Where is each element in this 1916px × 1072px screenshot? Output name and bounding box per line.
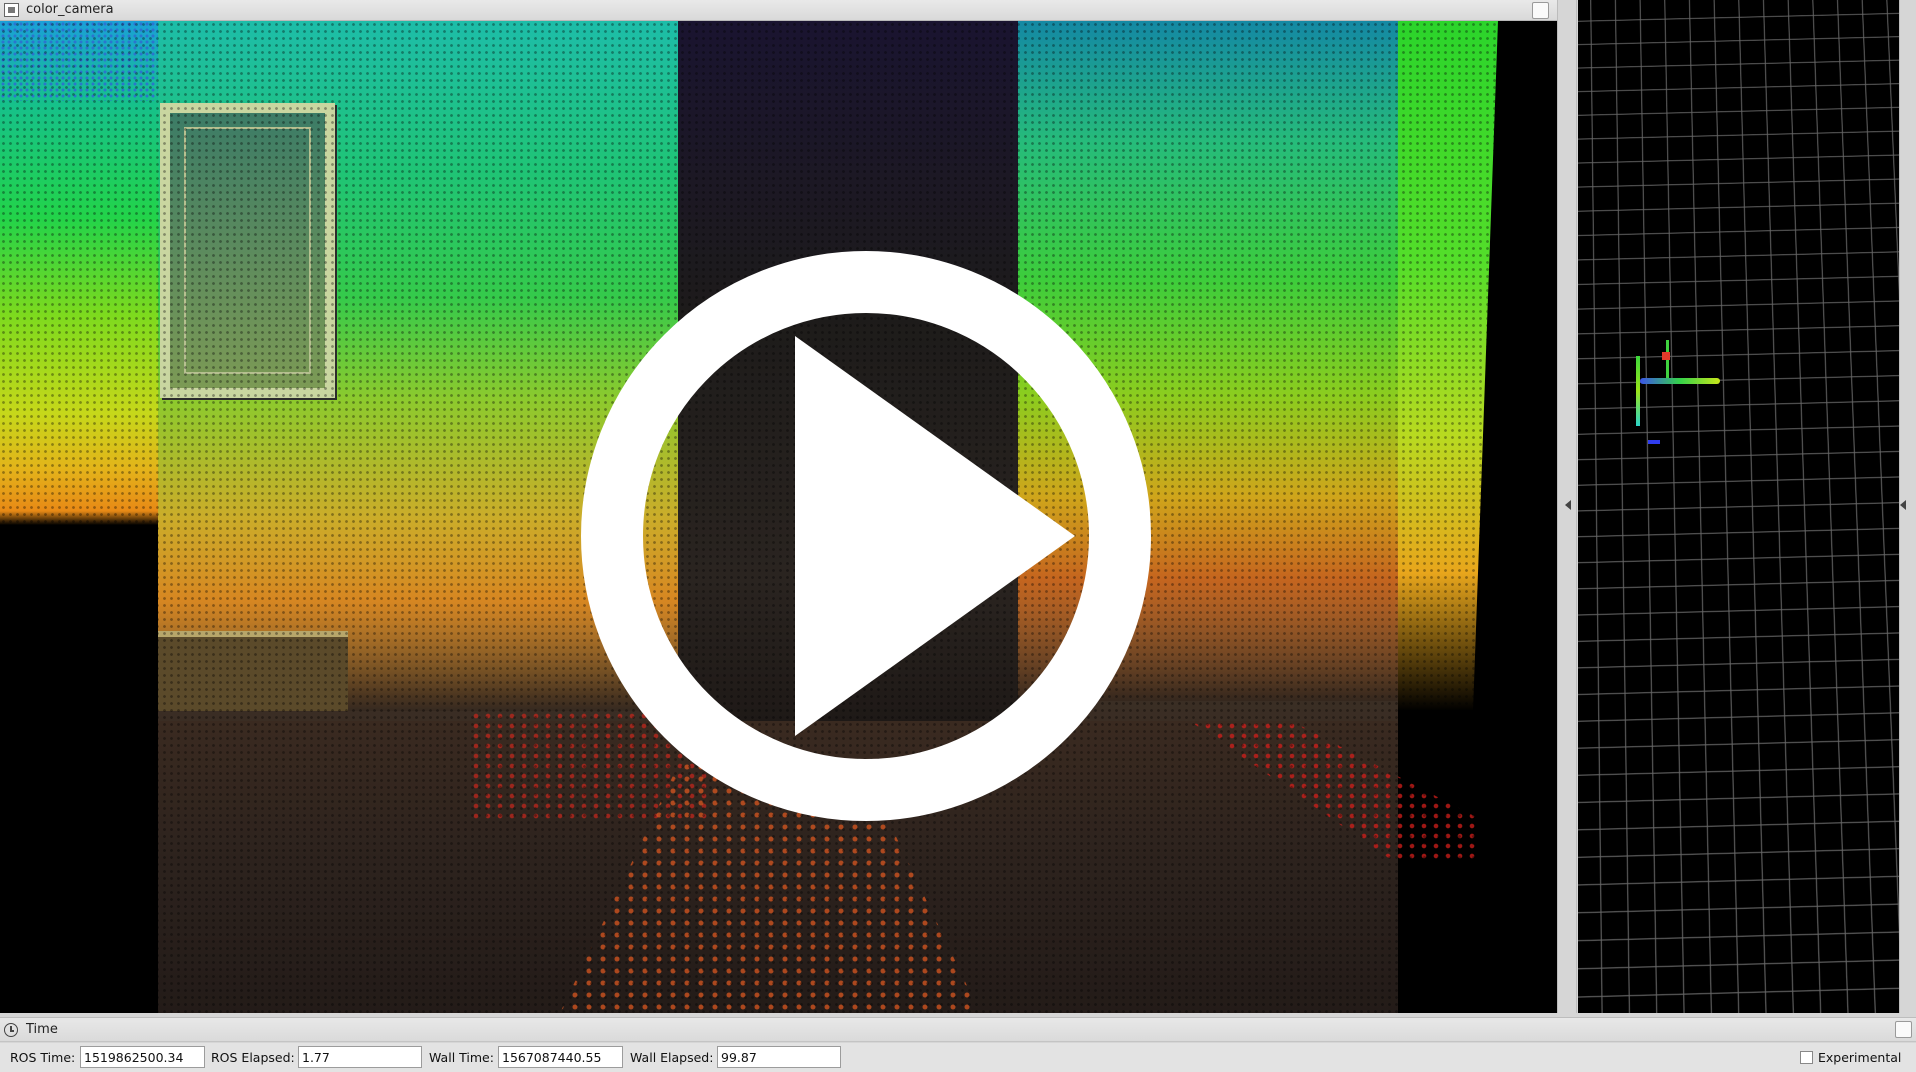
image-window-icon	[4, 3, 19, 17]
ros-elapsed-field[interactable]: 1.77	[298, 1046, 422, 1068]
camera-panel-title: color_camera	[26, 2, 114, 17]
collapse-arrow-icon[interactable]	[1900, 500, 1906, 510]
axis-marker-blue	[1648, 440, 1660, 444]
time-panel-header: Time	[0, 1017, 1916, 1042]
play-icon[interactable]	[795, 336, 1075, 736]
pointcloud-marker-vertical	[1636, 356, 1640, 426]
experimental-label: Experimental	[1818, 1050, 1902, 1065]
wall-elapsed-field[interactable]: 99.87	[717, 1046, 841, 1068]
ros-elapsed-label: ROS Elapsed:	[211, 1050, 295, 1065]
ros-time-label: ROS Time:	[10, 1050, 76, 1065]
3d-view[interactable]	[1578, 0, 1899, 1013]
collapse-arrow-icon[interactable]	[1565, 500, 1571, 510]
rviz-window: color_camera Time ROS Time: 1519862500.3…	[0, 0, 1916, 1072]
close-box-icon[interactable]	[1532, 2, 1549, 19]
grid	[1578, 0, 1899, 1013]
close-box-icon[interactable]	[1895, 1021, 1912, 1038]
ros-time-field[interactable]: 1519862500.34	[80, 1046, 205, 1068]
camera-image-view[interactable]	[0, 21, 1557, 1013]
panel-splitter[interactable]	[1557, 0, 1577, 1013]
axis-marker-red	[1662, 352, 1670, 360]
wall-elapsed-label: Wall Elapsed:	[630, 1050, 714, 1065]
clock-icon	[4, 1023, 18, 1037]
experimental-checkbox[interactable]	[1800, 1051, 1813, 1064]
time-panel-bar: ROS Time: 1519862500.34 ROS Elapsed: 1.7…	[0, 1043, 1916, 1072]
camera-panel-titlebar: color_camera	[0, 0, 1557, 21]
time-panel-title: Time	[26, 1022, 58, 1037]
wall-time-label: Wall Time:	[429, 1050, 494, 1065]
pointcloud-marker-horizontal	[1640, 378, 1720, 384]
wall-time-field[interactable]: 1567087440.55	[498, 1046, 623, 1068]
